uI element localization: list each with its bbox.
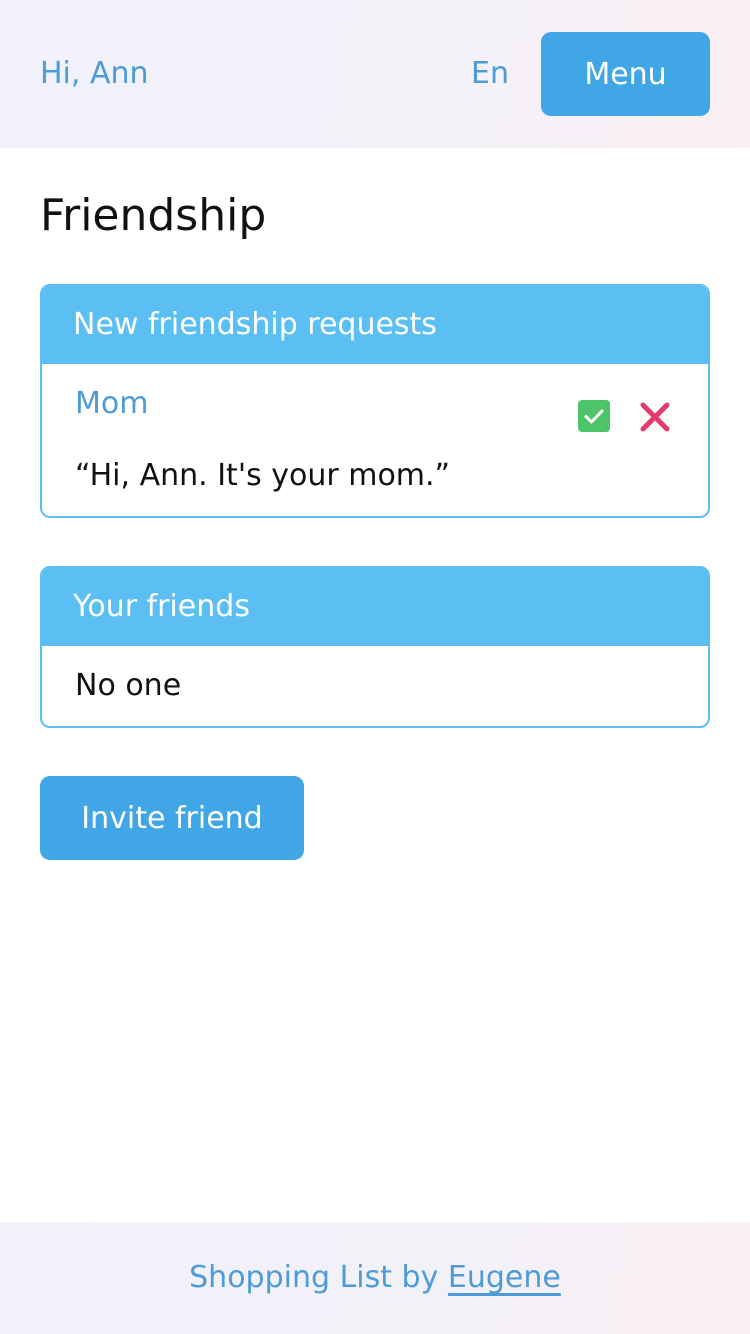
check-square-icon [584,409,604,424]
footer: Shopping List by Eugene [0,1222,750,1334]
invite-friend-button[interactable]: Invite friend [40,776,304,860]
request-sender-name[interactable]: Mom [75,384,148,424]
page: Hi, Ann En Menu Friendship New friendshi… [0,0,750,1334]
accept-request-button[interactable] [578,400,610,432]
your-friends-card: Your friends No one [40,566,710,728]
request-message: “Hi, Ann. It's your mom.” [75,458,451,493]
reject-request-button[interactable] [638,400,672,434]
friends-empty-text: No one [75,668,182,703]
your-friends-heading: Your friends [42,568,708,646]
language-switcher[interactable]: En [471,54,509,94]
friendship-requests-card: New friendship requests Mom “Hi, Ann. It… [40,284,710,518]
cross-icon [640,402,670,432]
footer-text: Shopping List by [189,1260,448,1295]
author-link[interactable]: Eugene [448,1260,561,1295]
greeting-text: Hi, Ann [40,56,149,91]
page-title: Friendship [40,190,267,241]
friendship-requests-heading: New friendship requests [42,286,708,364]
menu-button[interactable]: Menu [541,32,710,116]
top-bar: Hi, Ann En Menu [0,0,750,148]
